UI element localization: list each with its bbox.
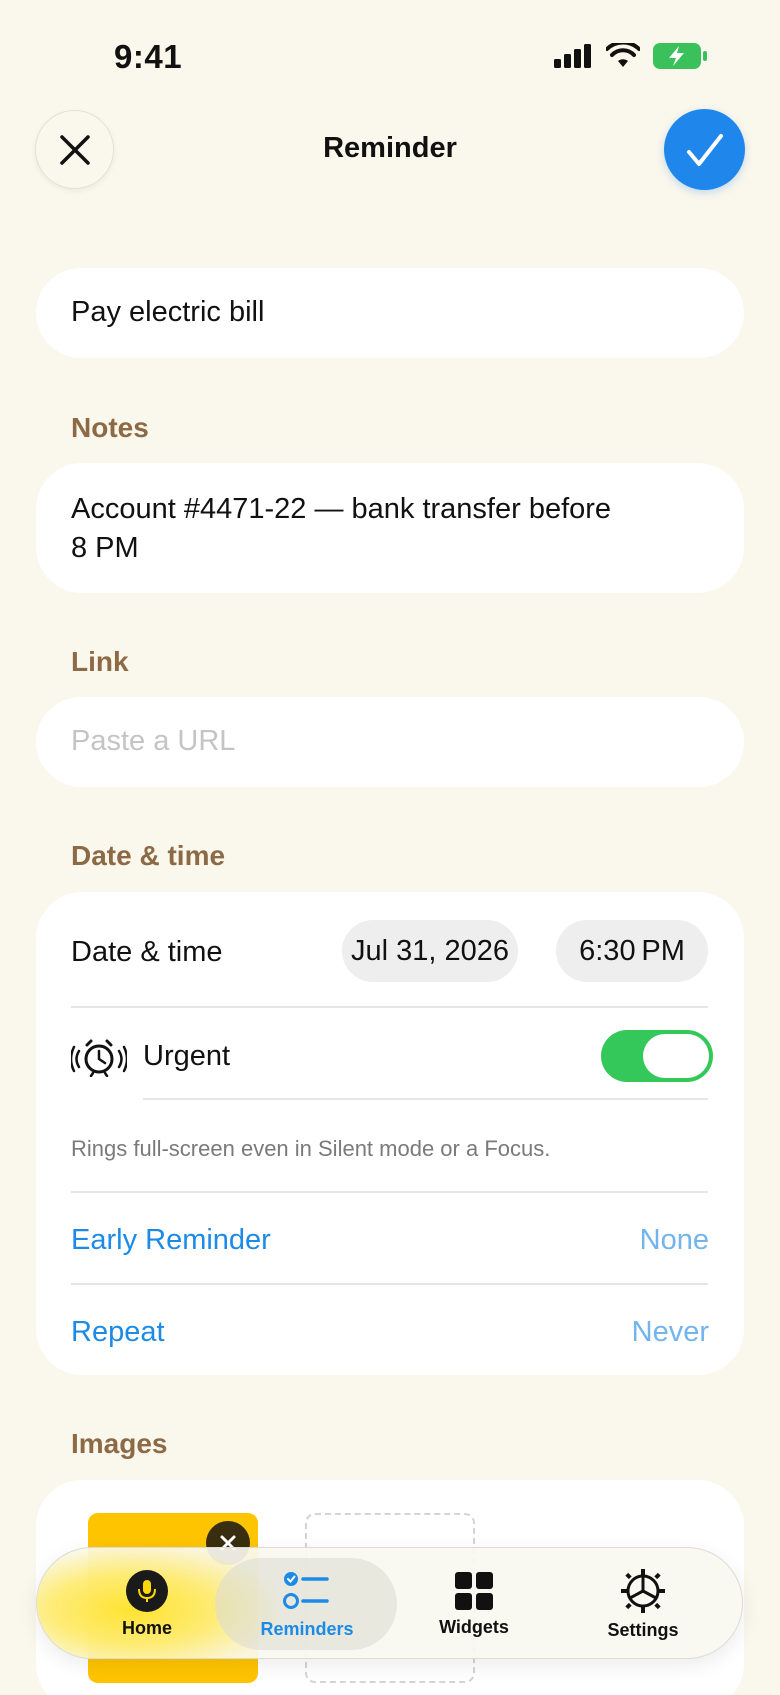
- link-label: Link: [71, 646, 129, 677]
- tab-label-widgets: Widgets: [439, 1616, 509, 1637]
- tab-home[interactable]: Home: [87, 1548, 207, 1658]
- divider: [71, 1191, 708, 1193]
- status-bar: 9:41: [0, 0, 780, 110]
- date-section-label: Date & time: [71, 840, 226, 871]
- divider: [143, 1098, 708, 1100]
- link-field[interactable]: Paste a URL: [36, 697, 744, 787]
- images-label: Images: [71, 1428, 168, 1459]
- repeat-label[interactable]: Repeat: [71, 1316, 165, 1349]
- status-time: 9:41: [114, 38, 183, 75]
- link-placeholder: Paste a URL: [71, 725, 236, 757]
- header: Reminder: [0, 108, 780, 192]
- gear-icon: [621, 1568, 665, 1613]
- date-row-label: Date & time: [71, 936, 223, 968]
- toggle-knob: [643, 1034, 709, 1078]
- urgent-note: Rings full-screen even in Silent mode or…: [71, 1136, 551, 1161]
- checklist-icon: [283, 1571, 329, 1609]
- tab-bar: Home Reminders Widgets Settings: [36, 1547, 743, 1659]
- alarm-clock-icon: [71, 1039, 127, 1077]
- tab-settings[interactable]: Settings: [583, 1548, 703, 1658]
- time-pill[interactable]: 6:30 PM: [556, 920, 708, 982]
- notes-line-2: 8 PM: [71, 532, 139, 564]
- early-reminder-value[interactable]: None: [640, 1224, 709, 1257]
- date-card: Date & time Jul 31, 2026 6:30 PM Urgent …: [36, 892, 744, 1375]
- tab-label-home: Home: [121, 1617, 172, 1638]
- tab-label-settings: Settings: [607, 1619, 679, 1640]
- divider: [71, 1283, 708, 1285]
- urgent-toggle[interactable]: [601, 1030, 713, 1082]
- tab-reminders[interactable]: Reminders: [247, 1548, 367, 1658]
- repeat-value[interactable]: Never: [632, 1316, 709, 1349]
- divider: [71, 1006, 708, 1008]
- checkmark-icon: [686, 133, 723, 166]
- title-field[interactable]: Pay electric bill: [36, 268, 744, 358]
- grid-icon: [455, 1571, 493, 1610]
- date-pill[interactable]: Jul 31, 2026: [342, 920, 518, 982]
- tab-label-reminders: Reminders: [260, 1618, 354, 1639]
- tab-widgets[interactable]: Widgets: [414, 1548, 534, 1658]
- page-title: Reminder: [323, 132, 457, 164]
- urgent-label: Urgent: [143, 1040, 231, 1072]
- done-button[interactable]: [664, 109, 745, 190]
- early-reminder-label[interactable]: Early Reminder: [71, 1224, 271, 1257]
- status-icons: [554, 42, 708, 70]
- title-value: Pay electric bill: [71, 296, 265, 328]
- microphone-icon: [126, 1569, 168, 1612]
- battery-charging-icon: [653, 43, 707, 69]
- wifi-icon: [606, 43, 640, 67]
- notes-field[interactable]: Account #4471-22 — bank transfer before …: [36, 463, 744, 593]
- notes-line-1: Account #4471-22 — bank transfer before: [71, 493, 612, 525]
- notes-label: Notes: [71, 412, 149, 443]
- signal-icon: [554, 44, 591, 68]
